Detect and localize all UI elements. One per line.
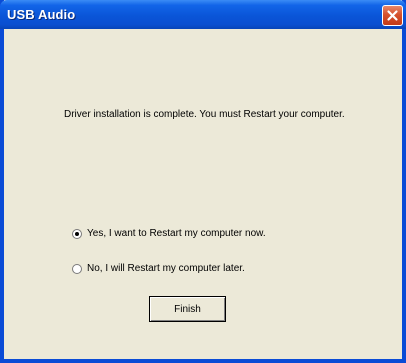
window-title: USB Audio <box>7 7 76 22</box>
restart-later-label: No, I will Restart my computer later. <box>87 263 245 274</box>
restart-now-option[interactable]: Yes, I want to Restart my computer now. <box>72 228 266 239</box>
restart-later-option[interactable]: No, I will Restart my computer later. <box>72 263 245 274</box>
close-button[interactable] <box>382 5 403 26</box>
completion-message: Driver installation is complete. You mus… <box>64 109 345 120</box>
dialog-window: USB Audio Driver installation is complet… <box>0 0 406 363</box>
restart-later-radio[interactable] <box>72 263 82 274</box>
dialog-body: Driver installation is complete. You mus… <box>4 29 402 359</box>
restart-now-radio[interactable] <box>72 228 82 239</box>
restart-now-label: Yes, I want to Restart my computer now. <box>87 228 266 239</box>
finish-button[interactable]: Finish <box>149 296 226 322</box>
title-bar[interactable]: USB Audio <box>0 0 406 29</box>
close-icon <box>387 10 398 21</box>
